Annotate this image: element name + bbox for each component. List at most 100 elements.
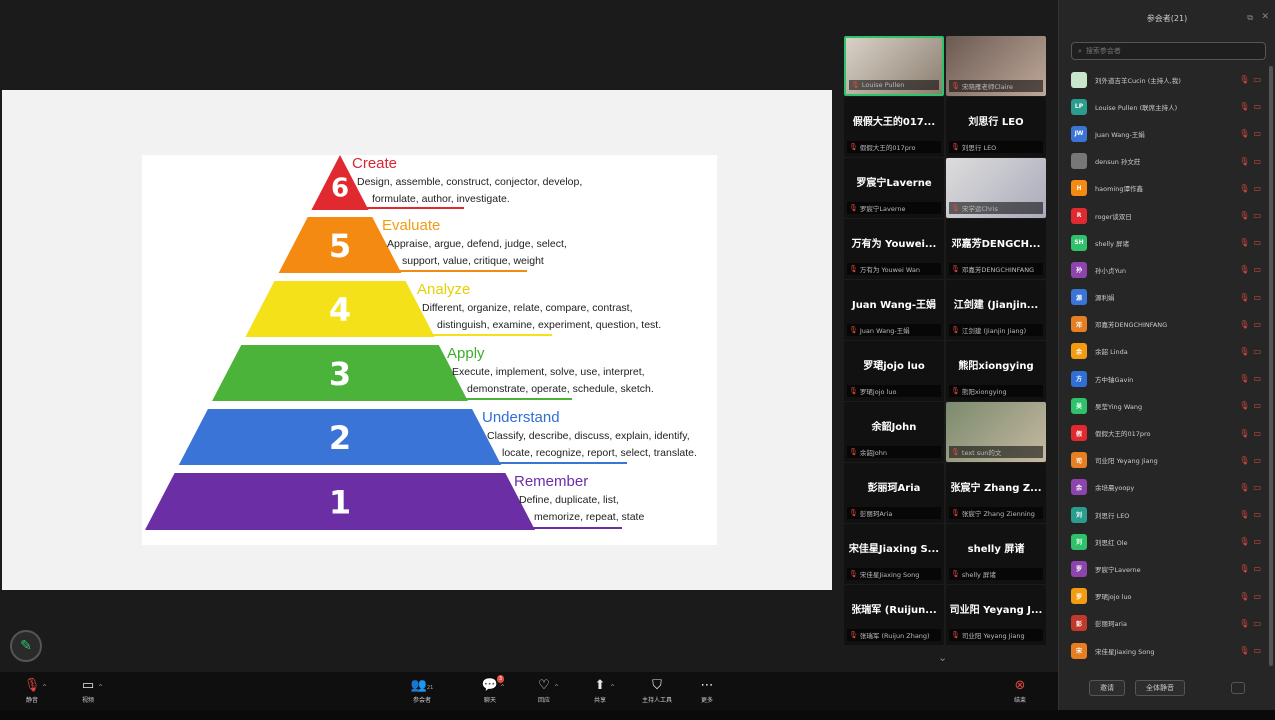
participant-row[interactable]: LP Louise Pullen (联席主持人) 🎙 ▭: [1059, 93, 1271, 120]
camera-off-icon[interactable]: ▭: [1253, 129, 1261, 138]
participant-row[interactable]: 余余韶 Linda 🎙 ▭: [1059, 338, 1271, 365]
mic-off-icon[interactable]: 🎙: [1239, 483, 1249, 492]
participant-tile[interactable]: 万有为 Youwei... 🎙 万有为 Youwei Wan: [844, 219, 944, 279]
participant-row[interactable]: 孙孙小贞Yun 🎙 ▭: [1059, 256, 1271, 283]
camera-off-icon[interactable]: ▭: [1253, 564, 1261, 573]
camera-off-icon[interactable]: ▭: [1253, 537, 1261, 546]
mic-off-icon[interactable]: 🎙: [1239, 211, 1249, 220]
participant-row[interactable]: 宋宋佳星Jiaxing Song 🎙 ▭: [1059, 637, 1271, 664]
more-options-button[interactable]: [1231, 682, 1245, 694]
participant-tile[interactable]: 罗珺jojo luo 🎙 罗珺jojo luo: [844, 341, 944, 401]
mic-off-icon[interactable]: 🎙: [1239, 320, 1249, 329]
chevron-up-icon[interactable]: ^: [500, 684, 505, 691]
mic-off-icon[interactable]: 🎙: [1239, 429, 1249, 438]
mic-off-icon[interactable]: 🎙: [1239, 374, 1249, 383]
mic-off-icon[interactable]: 🎙: [1239, 129, 1249, 138]
invite-button[interactable]: 邀请: [1089, 680, 1125, 696]
camera-off-icon[interactable]: ▭: [1253, 265, 1261, 274]
video-button[interactable]: ▭ 视频 ^: [68, 678, 108, 704]
participant-tile[interactable]: 罗宸宁Laverne 🎙 罗宸宁Laverne: [844, 158, 944, 218]
mic-off-icon[interactable]: 🎙: [1239, 265, 1249, 274]
participant-row[interactable]: Hhaoming谭作鑫 🎙 ▭: [1059, 175, 1271, 202]
mic-off-icon[interactable]: 🎙: [1239, 157, 1249, 166]
chevron-up-icon[interactable]: ^: [98, 684, 103, 691]
participant-row[interactable]: 司司业阳 Yeyang Jiang 🎙 ▭: [1059, 447, 1271, 474]
participant-row[interactable]: SH shelly 屏诸 🎙 ▭: [1059, 229, 1271, 256]
scrollbar[interactable]: [1269, 66, 1273, 666]
participant-tile[interactable]: 🎙 宋学运Chris: [946, 158, 1046, 218]
participants-button[interactable]: 👥21 参会者: [402, 678, 442, 704]
popout-icon[interactable]: ⧉: [1247, 13, 1253, 23]
participant-row[interactable]: 源源利娟 🎙 ▭: [1059, 284, 1271, 311]
camera-off-icon[interactable]: ▭: [1253, 401, 1261, 410]
mic-off-icon[interactable]: 🎙: [1239, 401, 1249, 410]
camera-off-icon[interactable]: ▭: [1253, 184, 1261, 193]
host-tools-button[interactable]: ⛉ 主持人工具: [637, 678, 677, 704]
chevron-down-icon[interactable]: ⌄: [938, 651, 947, 664]
mic-off-icon[interactable]: 🎙: [1239, 564, 1249, 573]
annotate-button[interactable]: ✎: [10, 630, 42, 662]
mic-off-icon[interactable]: 🎙: [1239, 456, 1249, 465]
participant-search[interactable]: ⌕: [1071, 42, 1266, 60]
camera-off-icon[interactable]: ▭: [1253, 102, 1261, 111]
camera-off-icon[interactable]: ▭: [1253, 374, 1261, 383]
chevron-up-icon[interactable]: ^: [554, 684, 559, 691]
mic-off-icon[interactable]: 🎙: [1239, 592, 1249, 601]
participant-row[interactable]: 假假假大王的017pro 🎙 ▭: [1059, 419, 1271, 446]
camera-off-icon[interactable]: ▭: [1253, 75, 1261, 84]
close-icon[interactable]: ✕: [1261, 12, 1269, 22]
chat-button[interactable]: 💬 3 聊天 ^: [470, 675, 510, 704]
participant-row[interactable]: 邓邓嘉芳DENGCHINFANG 🎙 ▭: [1059, 311, 1271, 338]
mic-off-icon[interactable]: 🎙: [1239, 510, 1249, 519]
search-input[interactable]: [1085, 47, 1256, 55]
camera-off-icon[interactable]: ▭: [1253, 456, 1261, 465]
participant-tile[interactable]: 江剑建 (Jianjin... 🎙 江剑建 (Jianjin Jiang): [946, 280, 1046, 340]
participant-row[interactable]: JW Juan Wang-王娟 🎙 ▭: [1059, 120, 1271, 147]
mute-all-button[interactable]: 全体静音: [1135, 680, 1185, 696]
mic-off-icon[interactable]: 🎙: [1239, 293, 1249, 302]
camera-off-icon[interactable]: ▭: [1253, 238, 1261, 247]
camera-off-icon[interactable]: ▭: [1253, 347, 1261, 356]
share-button[interactable]: ⬆ 共享 ^: [580, 678, 620, 704]
participant-tile[interactable]: 张宸宁 Zhang Z... 🎙 张宸宁 Zhang Zienning: [946, 463, 1046, 523]
participant-tile[interactable]: Juan Wang-王娟 🎙 Juan Wang-王娟: [844, 280, 944, 340]
mic-off-icon[interactable]: 🎙: [1239, 238, 1249, 247]
participant-tile[interactable]: 宋佳星Jiaxing S... 🎙 宋佳星Jiaxing Song: [844, 524, 944, 584]
camera-off-icon[interactable]: ▭: [1253, 157, 1261, 166]
mic-off-icon[interactable]: 🎙: [1239, 102, 1249, 111]
participant-tile[interactable]: 彭丽珂Aria 🎙 彭丽珂Aria: [844, 463, 944, 523]
participant-tile[interactable]: 刘思行 LEO 🎙 刘思行 LEO: [946, 97, 1046, 157]
participant-tile[interactable]: 熊阳xiongying 🎙 熊阳xiongying: [946, 341, 1046, 401]
participant-row[interactable]: 刘刘思行 LEO 🎙 ▭: [1059, 501, 1271, 528]
participant-row[interactable]: 方方中轴Gavin 🎙 ▭: [1059, 365, 1271, 392]
mic-off-icon[interactable]: 🎙: [1239, 619, 1249, 628]
camera-off-icon[interactable]: ▭: [1253, 483, 1261, 492]
participant-tile[interactable]: shelly 屏诸 🎙 shelly 屏诸: [946, 524, 1046, 584]
chevron-up-icon[interactable]: ^: [42, 684, 47, 691]
participant-tile[interactable]: 邓嘉芳DENGCH... 🎙 邓嘉芳DENGCHINFANG: [946, 219, 1046, 279]
participant-row[interactable]: 罗罗宸宁Laverne 🎙 ▭: [1059, 555, 1271, 582]
camera-off-icon[interactable]: ▭: [1253, 592, 1261, 601]
participant-tile[interactable]: 司业阳 Yeyang J... 🎙 司业阳 Yeyang Jiang: [946, 585, 1046, 645]
more-button[interactable]: ⋯ 更多: [687, 678, 727, 704]
participant-row[interactable]: 彭彭丽珂aria 🎙 ▭: [1059, 610, 1271, 637]
participant-row[interactable]: 罗罗珺jojo luo 🎙 ▭: [1059, 583, 1271, 610]
camera-off-icon[interactable]: ▭: [1253, 293, 1261, 302]
camera-off-icon[interactable]: ▭: [1253, 320, 1261, 329]
participant-row[interactable]: densun 孙文莊 🎙 ▭: [1059, 148, 1271, 175]
participant-tile[interactable]: 🎙 宋晓雁老师Claire: [946, 36, 1046, 96]
participant-tile[interactable]: 🎙 text sun的文: [946, 402, 1046, 462]
participant-row[interactable]: 刘刘思红 Ole 🎙 ▭: [1059, 528, 1271, 555]
participant-row[interactable]: 吴吴莹Ying Wang 🎙 ▭: [1059, 392, 1271, 419]
camera-off-icon[interactable]: ▭: [1253, 619, 1261, 628]
mic-off-icon[interactable]: 🎙: [1239, 184, 1249, 193]
participant-row[interactable]: Rroger谈双日 🎙 ▭: [1059, 202, 1271, 229]
participant-tile[interactable]: 余韶John 🎙 余韶John: [844, 402, 944, 462]
mic-off-icon[interactable]: 🎙: [1239, 347, 1249, 356]
camera-off-icon[interactable]: ▭: [1253, 211, 1261, 220]
mute-button[interactable]: 🎙 静音 ^: [12, 678, 52, 704]
mic-off-icon[interactable]: 🎙: [1239, 646, 1249, 655]
camera-off-icon[interactable]: ▭: [1253, 510, 1261, 519]
camera-off-icon[interactable]: ▭: [1253, 429, 1261, 438]
participant-row[interactable]: 余余培晨yoopy 🎙 ▭: [1059, 474, 1271, 501]
